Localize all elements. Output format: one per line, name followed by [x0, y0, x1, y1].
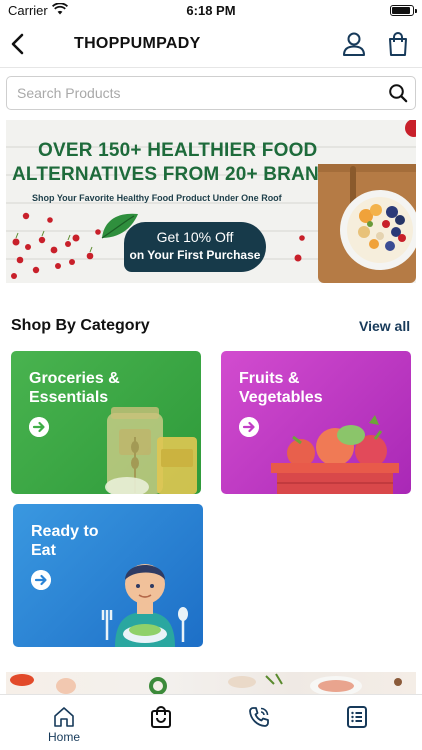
banner-headline-1: OVER 150+ HEALTHIER FOOD [38, 140, 318, 161]
orders-list-icon [347, 706, 367, 728]
category-card-fruits[interactable]: Fruits & Vegetables [221, 351, 411, 494]
secondary-banner[interactable] [6, 672, 416, 694]
phone-call-icon [249, 707, 269, 727]
eating-child-illustration [101, 564, 188, 647]
nav-home-label: Home [47, 730, 80, 744]
banner-subtitle: Shop Your Favorite Healthy Food Product … [32, 193, 282, 203]
search-icon[interactable] [388, 83, 408, 103]
section-title: Shop By Category [11, 317, 150, 334]
home-icon [54, 707, 74, 727]
nav-cart[interactable] [131, 703, 191, 747]
bottom-navigation: Home [0, 694, 422, 750]
category-label: Groceries & Essentials [29, 370, 120, 406]
banner-headline-2: ALTERNATIVES FROM 20+ BRANDS. [12, 164, 352, 185]
arrow-right-circle-icon[interactable] [239, 417, 259, 437]
search-bar[interactable] [6, 76, 416, 110]
product-strip-illustration [10, 673, 402, 694]
shopping-bag-icon[interactable] [384, 30, 412, 58]
app-header: THOPPUMPADY [0, 24, 422, 64]
arrow-right-circle-icon[interactable] [29, 417, 49, 437]
offer-title: Get 10% Off [156, 229, 234, 245]
user-icon[interactable] [340, 30, 368, 58]
nav-call[interactable] [229, 703, 289, 747]
grocery-jars-illustration [105, 407, 197, 494]
nav-orders[interactable] [327, 703, 387, 747]
nav-home[interactable]: Home [34, 703, 94, 747]
back-arrow-icon[interactable] [6, 30, 32, 58]
page-title: THOPPUMPADY [74, 35, 201, 52]
offer-badge: Get 10% Off on Your First Purchase [124, 222, 266, 272]
cart-icon [151, 706, 171, 728]
category-label: Fruits & Vegetables [239, 370, 323, 406]
healthy-bowl-illustration [318, 120, 416, 283]
view-all-link[interactable]: View all [359, 318, 410, 334]
promo-banner[interactable]: OVER 150+ HEALTHIER FOOD ALTERNATIVES FR… [6, 120, 416, 283]
category-card-groceries[interactable]: Groceries & Essentials [11, 351, 201, 494]
status-bar: Carrier 6:18 PM [0, 0, 422, 22]
search-input[interactable] [17, 77, 377, 109]
category-card-ready-to-eat[interactable]: Ready to Eat [13, 504, 203, 647]
arrow-right-circle-icon[interactable] [31, 570, 51, 590]
offer-subtitle: on Your First Purchase [129, 248, 261, 262]
fruit-basket-illustration [271, 415, 399, 494]
header-divider [0, 67, 422, 68]
status-time: 6:18 PM [186, 3, 236, 18]
battery-icon [390, 5, 417, 16]
